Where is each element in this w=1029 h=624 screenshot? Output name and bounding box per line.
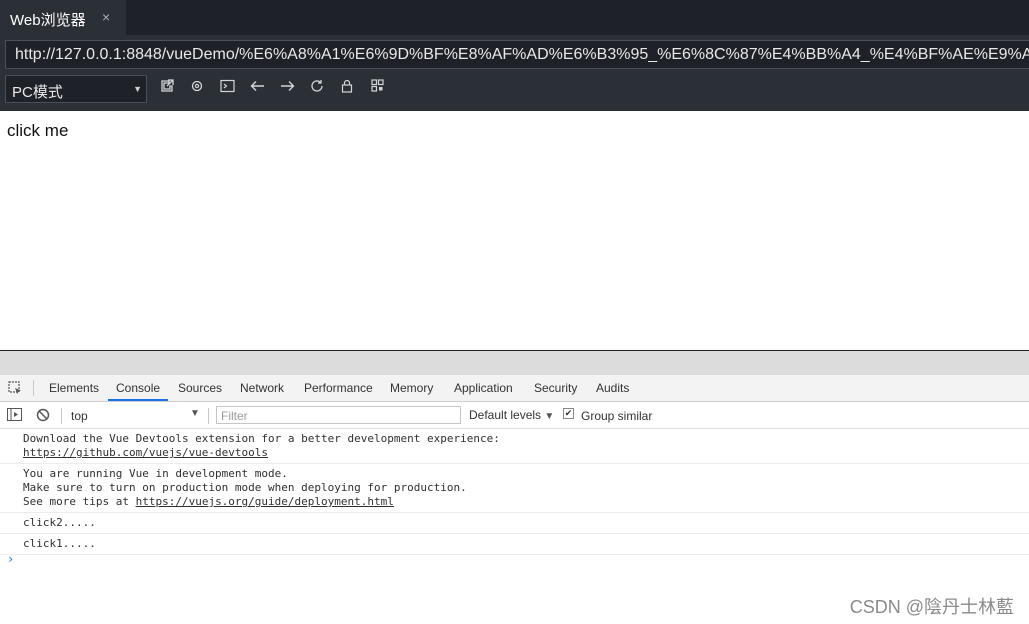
inspect-element-icon[interactable] xyxy=(8,381,23,401)
address-bar[interactable]: http://127.0.0.1:8848/vueDemo/%E6%A8%A1%… xyxy=(5,40,1029,69)
active-tab-indicator xyxy=(108,399,168,401)
tab-sources[interactable]: Sources xyxy=(178,381,222,395)
browser-tab[interactable]: Web浏览器 × xyxy=(0,0,126,35)
toolbar-separator xyxy=(61,408,62,424)
tab-memory[interactable]: Memory xyxy=(390,381,433,395)
toolbar-separator xyxy=(33,380,34,396)
mode-select-value: PC模式 xyxy=(12,84,63,101)
vue-deployment-link[interactable]: https://vuejs.org/guide/deployment.html xyxy=(136,495,394,508)
group-similar-label: Group similar xyxy=(581,409,653,423)
back-arrow-icon[interactable] xyxy=(248,79,266,97)
open-external-icon[interactable] xyxy=(158,79,176,97)
group-similar-checkbox[interactable]: ✔ xyxy=(563,408,574,419)
lock-icon[interactable] xyxy=(338,79,356,97)
show-sidebar-icon[interactable] xyxy=(7,408,22,424)
chevron-down-icon[interactable]: ▼ xyxy=(190,408,200,419)
click-me-text[interactable]: click me xyxy=(7,121,68,141)
filter-input[interactable]: Filter xyxy=(216,406,461,424)
console-toolbar: top ▼ Filter Default levels ▼ ✔ Group si… xyxy=(0,402,1029,429)
terminal-icon[interactable] xyxy=(218,79,236,97)
console-text: click2..... xyxy=(23,516,96,529)
console-text: Make sure to turn on production mode whe… xyxy=(23,481,467,494)
gear-icon[interactable] xyxy=(188,79,206,97)
page-viewport: click me xyxy=(0,111,1029,350)
devtools-resize-bar[interactable] xyxy=(0,351,1029,375)
watermark: CSDN @陰丹士林藍 xyxy=(849,597,1014,617)
qr-code-icon[interactable] xyxy=(368,79,386,97)
console-message: Download the Vue Devtools extension for … xyxy=(0,429,1029,464)
console-prompt[interactable]: › xyxy=(7,552,14,566)
tab-console[interactable]: Console xyxy=(116,381,160,395)
console-text: See more tips at xyxy=(23,495,136,508)
tab-bar: Web浏览器 × xyxy=(0,0,1029,35)
console-message: click2..... xyxy=(0,513,1029,534)
mode-select[interactable]: PC模式 ▼ xyxy=(5,75,147,103)
console-text: You are running Vue in development mode. xyxy=(23,467,288,480)
tab-performance[interactable]: Performance xyxy=(304,381,373,395)
forward-arrow-icon[interactable] xyxy=(278,79,296,97)
browser-toolbar: http://127.0.0.1:8848/vueDemo/%E6%A8%A1%… xyxy=(0,35,1029,111)
refresh-icon[interactable] xyxy=(308,79,326,97)
clear-console-icon[interactable] xyxy=(36,408,50,425)
close-icon[interactable]: × xyxy=(102,9,110,25)
console-message: You are running Vue in development mode.… xyxy=(0,464,1029,513)
console-message: click1..... xyxy=(0,534,1029,555)
console-text: Download the Vue Devtools extension for … xyxy=(23,432,500,445)
tab-audits[interactable]: Audits xyxy=(596,381,629,395)
chevron-down-icon: ▼ xyxy=(544,411,555,422)
tab-application[interactable]: Application xyxy=(454,381,513,395)
context-select[interactable]: top xyxy=(71,409,88,423)
tab-security[interactable]: Security xyxy=(534,381,577,395)
console-text: click1..... xyxy=(23,537,96,550)
toolbar-separator xyxy=(208,408,209,424)
levels-label: Default levels xyxy=(469,408,542,422)
tab-elements[interactable]: Elements xyxy=(49,381,99,395)
vue-devtools-link[interactable]: https://github.com/vuejs/vue-devtools xyxy=(23,446,268,459)
chevron-down-icon: ▼ xyxy=(133,84,142,94)
tab-network[interactable]: Network xyxy=(240,381,284,395)
levels-dropdown[interactable]: Default levels ▼ xyxy=(469,408,554,422)
tab-title: Web浏览器 xyxy=(10,12,86,29)
devtools-tabs: Elements Console Sources Network Perform… xyxy=(0,375,1029,402)
